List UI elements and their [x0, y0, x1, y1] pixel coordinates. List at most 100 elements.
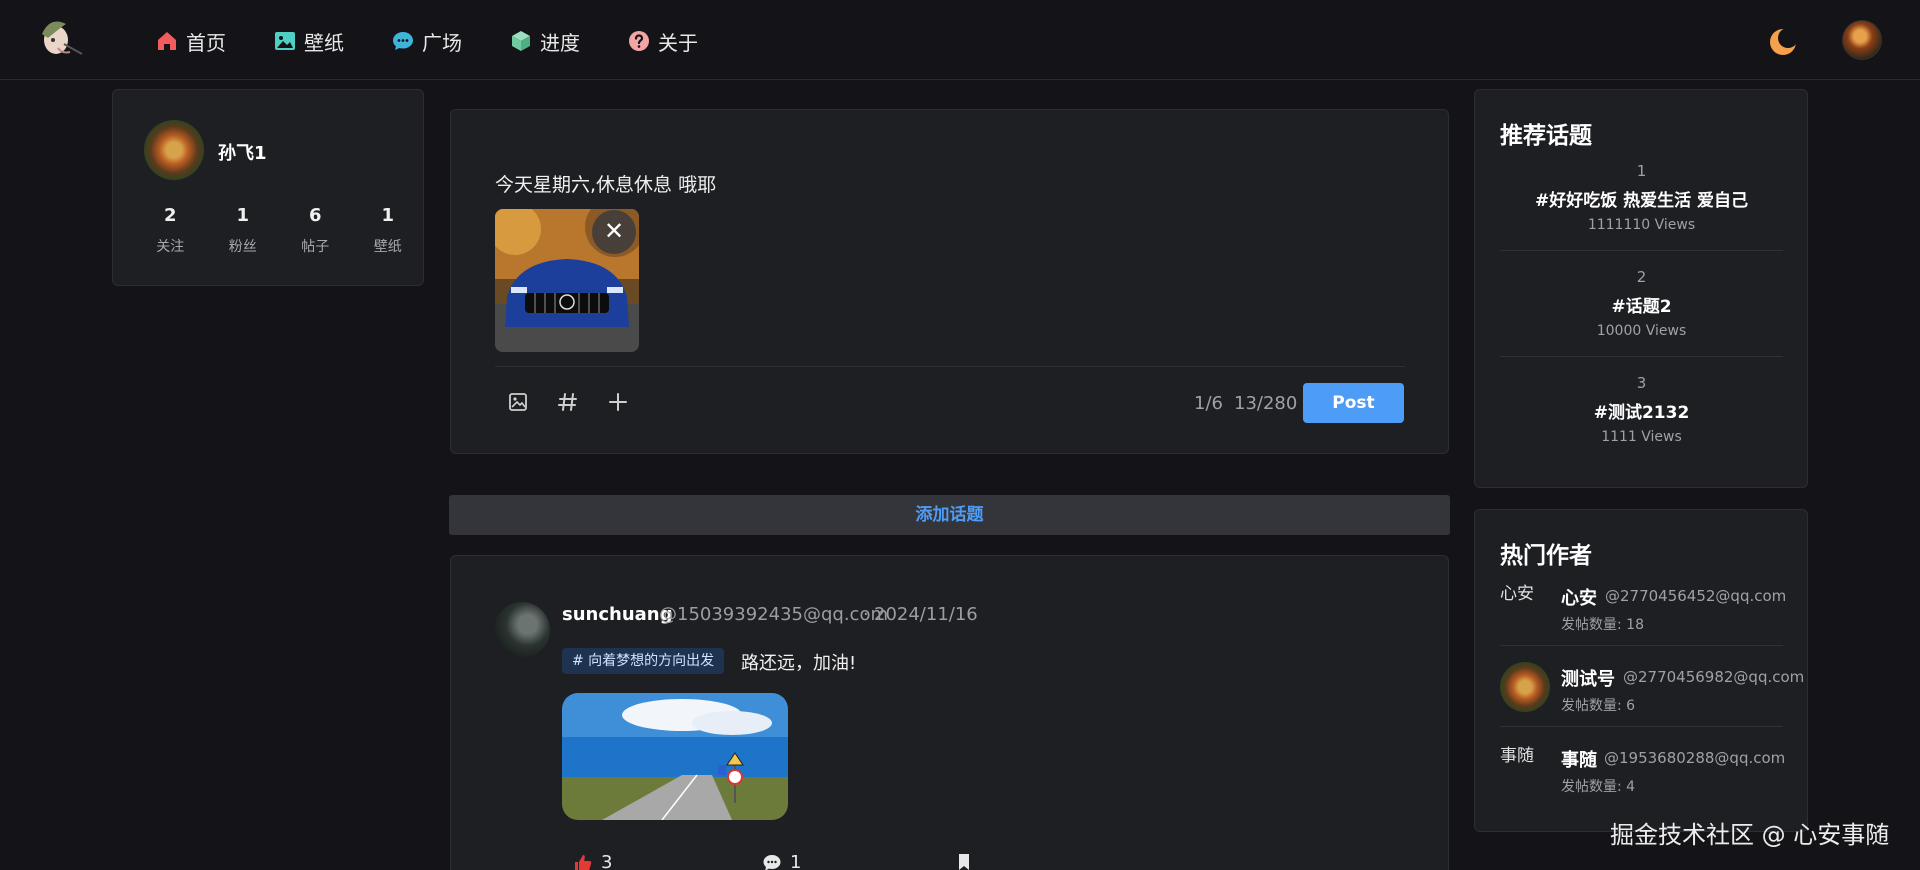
theme-toggle-moon-icon[interactable]	[1768, 27, 1798, 57]
avatar	[1500, 662, 1550, 712]
bookmark-button[interactable]	[954, 852, 982, 870]
stat-number: 1	[236, 205, 250, 226]
hashtag-icon[interactable]	[555, 389, 581, 415]
post-email: @15039392435@qq.com	[659, 604, 888, 625]
panel-title: 推荐话题	[1500, 123, 1592, 149]
post-button[interactable]: Post	[1303, 383, 1404, 423]
cube-icon	[512, 31, 530, 51]
broken-avatar: 事随	[1500, 746, 1534, 766]
post-username[interactable]: sunchuang	[562, 604, 673, 625]
comment-icon	[763, 854, 781, 870]
topic-item[interactable]: 3 #测试2132 1111 Views	[1500, 374, 1783, 445]
profile-card: 孙飞1 2 关注 1 粉丝 6 帖子 1 壁纸	[112, 89, 424, 286]
topic-rank: 1	[1636, 162, 1647, 180]
author-email: @2770456452@qq.com	[1605, 587, 1787, 605]
top-navbar: 首页 壁纸 广场 进度 关于	[0, 0, 1920, 80]
like-button[interactable]: 3	[573, 852, 612, 870]
nav-item-label: 壁纸	[304, 30, 344, 55]
divider	[1500, 645, 1783, 646]
nav-item-progress[interactable]: 进度	[509, 26, 580, 56]
composer-text[interactable]: 今天星期六,休息休息 哦耶	[495, 170, 716, 197]
remove-image-button[interactable]: ✕	[592, 210, 636, 254]
topic-name: #测试2132	[1593, 403, 1690, 423]
feed-post: sunchuang @15039392435@qq.com · 2024/11/…	[450, 555, 1449, 870]
image-upload-icon[interactable]	[505, 389, 531, 415]
topic-item[interactable]: 1 #好好吃饭 热爱生活 爱自己 1111110 Views	[1500, 162, 1783, 233]
stat-label: 关注	[156, 239, 185, 255]
bookmark-icon	[959, 854, 969, 870]
author-name: 测试号	[1561, 669, 1615, 690]
main-nav: 首页 壁纸 广场 进度 关于	[155, 26, 745, 56]
post-separator: ·	[863, 604, 869, 625]
nav-item-label: 首页	[186, 30, 226, 55]
author-item[interactable]: 心安 心安 @2770456452@qq.com 发帖数量: 18	[1500, 581, 1790, 641]
post-text: 路还远，加油!	[741, 653, 857, 674]
nav-item-square[interactable]: 广场	[391, 26, 462, 56]
avatar[interactable]	[144, 120, 204, 180]
image-icon	[275, 32, 295, 50]
nav-item-about[interactable]: 关于	[627, 26, 698, 56]
char-count: 13/280	[1234, 393, 1298, 414]
panel-title: 热门作者	[1500, 543, 1592, 569]
stat-posts[interactable]: 6 帖子	[279, 205, 352, 256]
topic-views: 10000 Views	[1596, 323, 1687, 339]
post-composer: 今天星期六,休息休息 哦耶 ✕ 1/6 13/280 Post	[450, 109, 1449, 454]
divider	[1500, 356, 1783, 357]
stat-label: 粉丝	[228, 239, 257, 255]
topic-name: #话题2	[1611, 297, 1672, 317]
question-icon	[629, 31, 649, 51]
comment-count: 1	[790, 852, 802, 870]
comment-button[interactable]: 1	[762, 852, 801, 870]
divider	[1500, 250, 1783, 251]
post-date: 2024/11/16	[874, 604, 978, 625]
topic-name: #好好吃饭 热爱生活 爱自己	[1534, 191, 1749, 211]
topic-rank: 3	[1636, 374, 1647, 392]
stat-number: 2	[163, 205, 177, 226]
hot-authors-panel: 热门作者 心安 心安 @2770456452@qq.com 发帖数量: 18 测…	[1474, 509, 1808, 832]
author-post-count: 发帖数量: 18	[1561, 617, 1644, 633]
stat-label: 壁纸	[373, 239, 402, 255]
plus-icon[interactable]	[605, 389, 631, 415]
profile-stats: 2 关注 1 粉丝 6 帖子 1 壁纸	[134, 205, 424, 256]
post-topic-tag[interactable]: # 向着梦想的方向出发	[562, 648, 725, 674]
stat-following[interactable]: 2 关注	[134, 205, 207, 256]
thumbs-up-icon	[575, 854, 592, 870]
site-logo[interactable]	[36, 14, 90, 60]
author-post-count: 发帖数量: 4	[1561, 779, 1636, 795]
nav-item-label: 广场	[422, 30, 462, 55]
profile-name[interactable]: 孙飞1	[218, 139, 267, 165]
author-name: 心安	[1561, 588, 1597, 609]
composer-divider	[495, 366, 1405, 367]
nav-item-label: 关于	[658, 30, 698, 55]
home-icon	[158, 32, 176, 50]
topic-rank: 2	[1636, 268, 1647, 286]
chat-icon	[393, 32, 413, 50]
stat-number: 6	[308, 205, 322, 226]
author-email: @2770456982@qq.com	[1623, 668, 1805, 686]
post-image[interactable]	[562, 693, 788, 820]
image-count: 1/6	[1194, 393, 1223, 414]
stat-label: 帖子	[301, 239, 330, 255]
stat-followers[interactable]: 1 粉丝	[207, 205, 280, 256]
stat-number: 1	[381, 205, 395, 226]
stat-wallpapers[interactable]: 1 壁纸	[352, 205, 425, 256]
watermark-text: 掘金技术社区 @ 心安事随	[1610, 821, 1890, 849]
author-post-count: 发帖数量: 6	[1561, 698, 1636, 714]
divider	[1500, 726, 1783, 727]
topic-item[interactable]: 2 #话题2 10000 Views	[1500, 268, 1783, 339]
broken-avatar: 心安	[1500, 584, 1534, 604]
avatar[interactable]	[494, 602, 550, 658]
like-count: 3	[601, 852, 613, 870]
author-item[interactable]: 测试号 @2770456982@qq.com 发帖数量: 6	[1500, 662, 1804, 722]
author-item[interactable]: 事随 事随 @1953680288@qq.com 发帖数量: 4	[1500, 743, 1790, 803]
nav-item-wallpaper[interactable]: 壁纸	[273, 26, 344, 56]
recommended-topics-panel: 推荐话题 1 #好好吃饭 热爱生活 爱自己 1111110 Views 2 #话…	[1474, 89, 1808, 488]
nav-item-label: 进度	[540, 30, 580, 55]
topic-views: 1111110 Views	[1587, 217, 1696, 233]
nav-item-home[interactable]: 首页	[155, 26, 226, 56]
author-email: @1953680288@qq.com	[1604, 749, 1786, 767]
add-topic-button[interactable]: 添加话题	[449, 495, 1450, 535]
author-name: 事随	[1561, 750, 1597, 771]
user-avatar[interactable]	[1842, 20, 1882, 60]
topic-views: 1111 Views	[1601, 429, 1682, 445]
